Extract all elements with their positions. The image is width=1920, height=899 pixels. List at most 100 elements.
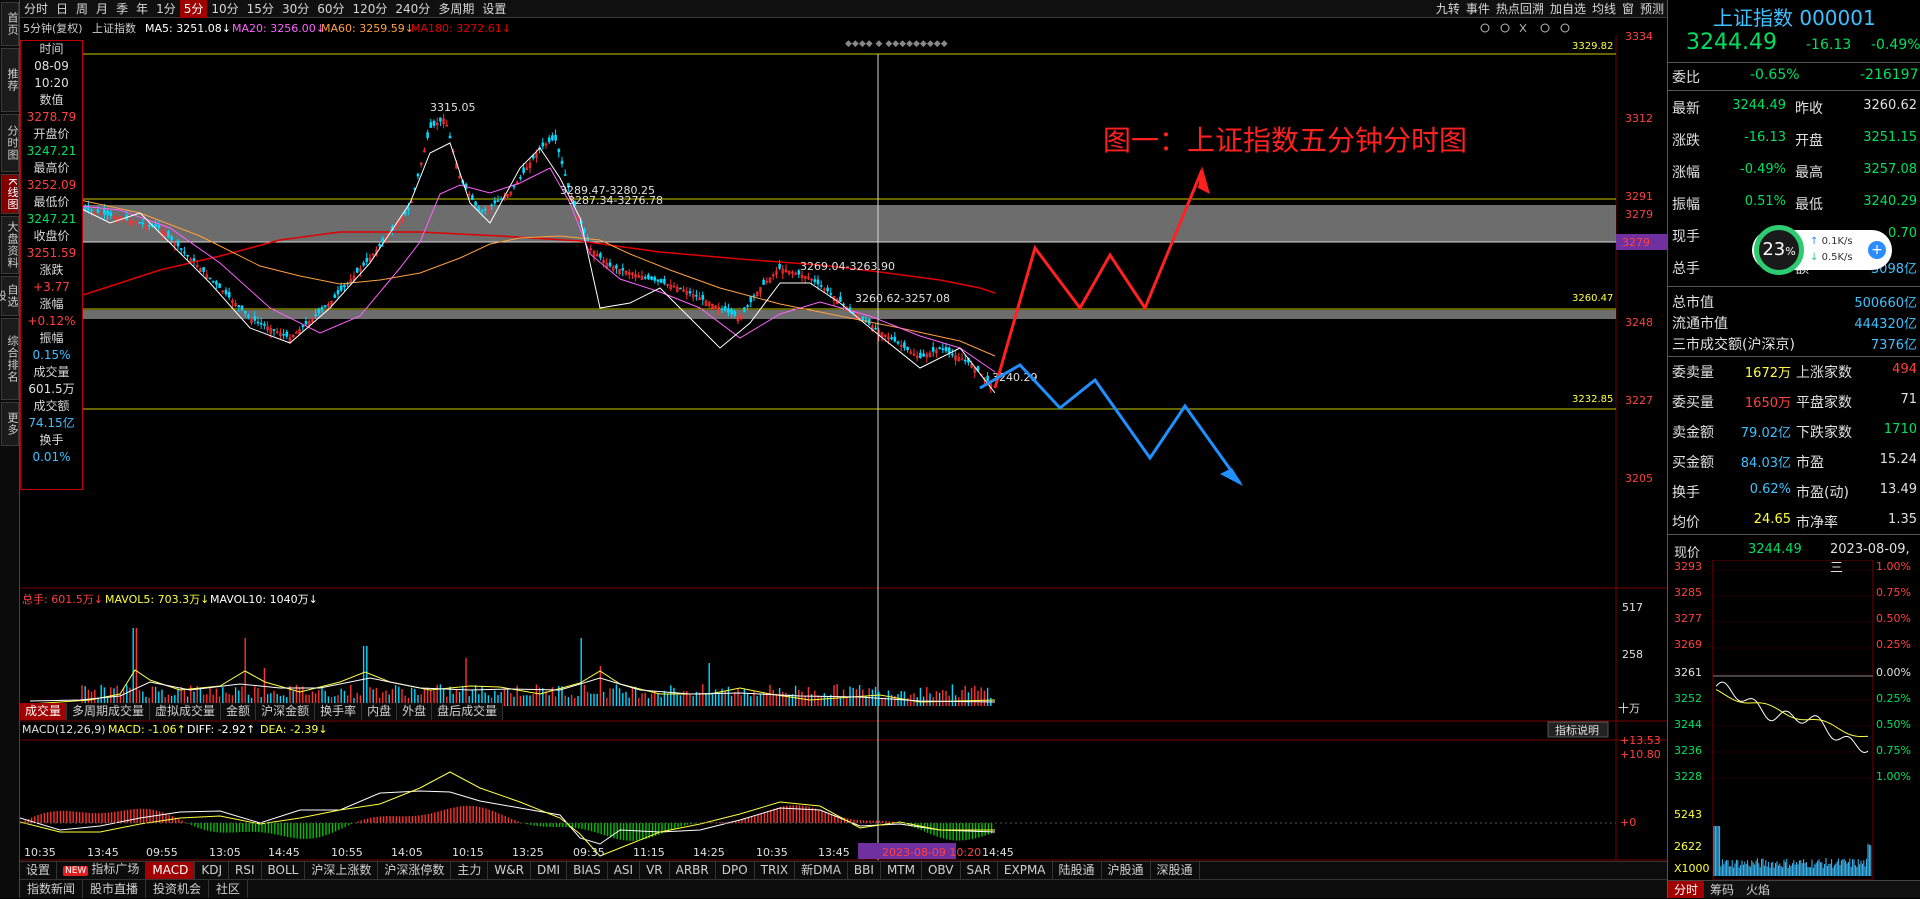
indicator-tab-13[interactable]: VR	[640, 862, 670, 879]
time-axis-label: 10:55	[331, 846, 363, 859]
indicator-tab-6[interactable]: 沪深上涨数	[305, 862, 379, 879]
indicator-tab-label: 设置	[26, 863, 51, 877]
period-tab-9[interactable]: 15分	[243, 0, 278, 18]
indicator-tab-2[interactable]: MACD	[146, 862, 196, 879]
volume-tab-6[interactable]: 内盘	[362, 703, 398, 720]
news-tab-3[interactable]: 社区	[209, 880, 249, 898]
toolbar-right-1[interactable]: 事件	[1463, 0, 1493, 18]
period-tab-12[interactable]: 120分	[349, 0, 392, 18]
indicator-tab-20[interactable]: OBV	[922, 862, 961, 879]
stat-label: 委卖量	[1672, 365, 1714, 381]
period-tab-1[interactable]: 日	[52, 0, 72, 18]
volume-tab-8[interactable]: 盘后成交量	[432, 703, 504, 720]
quote-tab-0[interactable]: 分时	[1668, 881, 1705, 898]
speed-plus-icon[interactable]: +	[1868, 241, 1886, 259]
toolbar-right-2[interactable]: 热点回溯	[1493, 0, 1547, 18]
indicator-explain-button[interactable]: 指标说明	[1555, 723, 1599, 737]
indicator-tab-12[interactable]: ASI	[608, 862, 641, 879]
nav-item-4[interactable]: 大盘资料	[1, 216, 19, 274]
left-navigation: 首页 推荐分时图 K线图大盘资料自选股综合排名更多	[0, 0, 20, 898]
indicator-tab-7[interactable]: 沪深涨停数	[378, 862, 452, 879]
period-tab-8[interactable]: 10分	[207, 0, 242, 18]
nav-item-6[interactable]: 综合排名	[1, 318, 19, 400]
toolbar-right-3[interactable]: 加自选	[1547, 0, 1589, 18]
mini-axis-left: 3236	[1674, 744, 1702, 757]
toolbar-right-6[interactable]: 预测	[1637, 0, 1667, 18]
info-value-3: 3252.09	[26, 178, 77, 192]
volume-tab-2[interactable]: 虚拟成交量	[150, 703, 222, 720]
period-tab-11[interactable]: 60分	[313, 0, 348, 18]
indicator-tab-10[interactable]: DMI	[531, 862, 568, 879]
period-tab-3[interactable]: 月	[92, 0, 112, 18]
volume-tab-3[interactable]: 金额	[221, 703, 257, 720]
toolbar-right-4[interactable]: 均线	[1589, 0, 1619, 18]
indicator-tab-9[interactable]: W&R	[488, 862, 531, 879]
indicator-tab-8[interactable]: 主力	[451, 862, 489, 879]
indicator-tab-16[interactable]: TRIX	[755, 862, 796, 879]
indicator-tab-14[interactable]: ARBR	[670, 862, 716, 879]
indicator-tab-0[interactable]: 设置	[20, 862, 58, 879]
indicator-tab-15[interactable]: DPO	[716, 862, 755, 879]
intraday-mini-chart[interactable]: 3293 3285 3277 3269 3261 3252 3244 3236 3228 5243…	[1668, 560, 1920, 880]
period-tab-2[interactable]: 周	[72, 0, 92, 18]
indicator-tab-19[interactable]: MTM	[881, 862, 922, 879]
period-tab-5[interactable]: 年	[132, 0, 152, 18]
toolbar-right-0[interactable]: 九转	[1433, 0, 1463, 18]
indicator-tab-17[interactable]: 新DMA	[795, 862, 848, 879]
market-label: 流通市值	[1672, 316, 1728, 332]
quote-value: 0.70	[1888, 226, 1917, 241]
indicator-tab-18[interactable]: BBI	[848, 862, 881, 879]
indicator-tab-1[interactable]: NEW 指标广场	[57, 861, 147, 880]
volume-axis-label: 十万	[1618, 701, 1640, 715]
period-tab-10[interactable]: 30分	[278, 0, 313, 18]
quote-tab-2[interactable]: 火焰	[1740, 881, 1776, 898]
quote-tab-1[interactable]: 筹码	[1704, 881, 1740, 898]
indicator-tab-22[interactable]: EXPMA	[998, 862, 1053, 879]
volume-axis-label: 258	[1622, 648, 1643, 661]
nav-item-7[interactable]: 更多	[1, 402, 19, 446]
indicator-tab-11[interactable]: BIAS	[567, 862, 608, 879]
indicator-tab-4[interactable]: RSI	[229, 862, 262, 879]
mini-axis-right: 0.50%	[1876, 718, 1911, 731]
indicator-tab-5[interactable]: BOLL	[262, 862, 306, 879]
indicator-tab-3[interactable]: KDJ	[195, 862, 229, 879]
memory-usage-circle[interactable]: 23%	[1754, 225, 1804, 275]
info-label-0: 时间	[39, 42, 64, 56]
volume-tab-0[interactable]: 成交量	[20, 703, 68, 720]
info-label-5: 收盘价	[33, 229, 70, 243]
news-tab-1[interactable]: 股市直播	[83, 880, 147, 898]
period-tab-0[interactable]: 分时	[20, 0, 52, 18]
info-label-6: 涨跌	[39, 263, 64, 277]
indicator-tab-23[interactable]: 陆股通	[1053, 862, 1102, 879]
market-row: 三市成交额(沪深京) 7376亿	[1668, 332, 1920, 354]
period-tab-4[interactable]: 季	[112, 0, 132, 18]
current-price: 3244.49	[1686, 30, 1777, 55]
news-tab-2[interactable]: 投资机会	[146, 880, 210, 898]
kline-chart[interactable]: 5分钟(复权) 上证指数 MA5: 3251.08↓ MA20: 3256.00…	[20, 18, 1667, 880]
period-tab-14[interactable]: 多周期	[434, 0, 478, 18]
volume-tab-1[interactable]: 多周期成交量	[67, 703, 151, 720]
period-tab-6[interactable]: 1分	[152, 0, 180, 18]
stat-row: 均价 24.65 市净率 1.35	[1668, 510, 1920, 532]
nav-item-0[interactable]: 首页	[1, 2, 19, 46]
indicator-tab-21[interactable]: SAR	[961, 862, 998, 879]
indicator-tab-25[interactable]: 深股通	[1151, 862, 1200, 879]
mini-axis-right: 1.00%	[1876, 560, 1911, 573]
volume-tab-4[interactable]: 沪深金额	[256, 703, 316, 720]
news-tab-0[interactable]: 指数新闻	[20, 880, 84, 898]
stat-value: 24.65	[1753, 512, 1791, 527]
period-tab-13[interactable]: 240分	[391, 0, 434, 18]
nav-item-3[interactable]: K线图	[1, 174, 19, 214]
mavol5-label: MAVOL5: 703.3万↓	[105, 593, 209, 606]
nav-item-2[interactable]: 分时图	[1, 114, 19, 172]
indicator-tab-24[interactable]: 沪股通	[1102, 862, 1151, 879]
toolbar-right-5[interactable]: 窗	[1619, 0, 1637, 18]
upload-speed: 0.1K/s	[1821, 236, 1853, 247]
nav-item-1[interactable]: 推荐	[1, 48, 19, 112]
period-tab-15[interactable]: 设置	[478, 0, 510, 18]
period-tab-7[interactable]: 5分	[179, 0, 208, 18]
volume-tab-5[interactable]: 换手率	[315, 703, 363, 720]
nav-item-5[interactable]: 自选股	[0, 276, 19, 316]
indicator-tab-label: RSI	[235, 863, 255, 877]
volume-tab-7[interactable]: 外盘	[397, 703, 433, 720]
